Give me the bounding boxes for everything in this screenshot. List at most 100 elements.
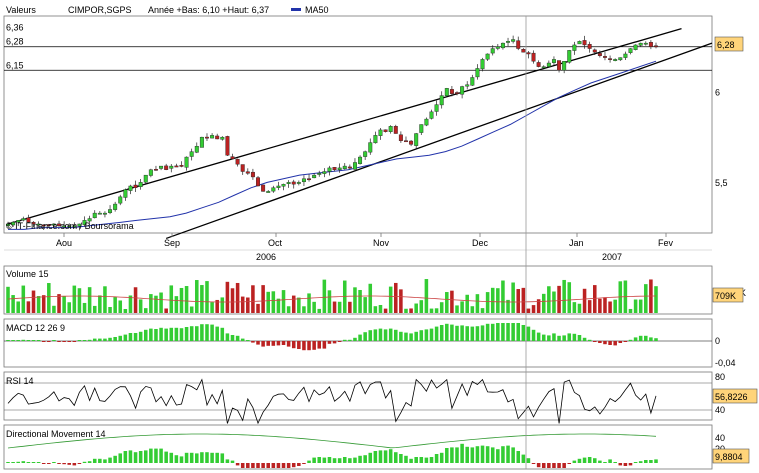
dmi-bar (77, 463, 82, 464)
dmi-bar (470, 447, 475, 463)
volume-panel: Volume 15 K 709K (3, 265, 746, 315)
volume-bar (531, 305, 536, 313)
macd-bar (541, 334, 546, 341)
volume-bar (16, 301, 20, 313)
macd-bar (353, 337, 357, 341)
dmi-bar (133, 452, 138, 463)
volume-bar (434, 308, 439, 313)
dmi-bar (480, 445, 485, 463)
volume-bar (450, 290, 454, 313)
macd-bar (210, 324, 214, 341)
candle-down (592, 49, 597, 53)
macd-bar (501, 323, 505, 341)
macd-bar (154, 329, 158, 341)
dmi-bar (159, 448, 163, 463)
dmi-bar (327, 457, 332, 463)
volume-bar (230, 288, 235, 313)
dmi-bar (230, 460, 235, 463)
volume-bar (587, 300, 592, 313)
volume-bar (108, 306, 112, 313)
macd-bar (322, 341, 327, 349)
volume-bar (138, 299, 143, 313)
candle-up (102, 212, 107, 215)
range-label: Année +Bas: 6,10 +Haut: 6,37 (148, 5, 269, 15)
candle-up (506, 41, 511, 43)
volume-bar (394, 282, 398, 313)
macd-bar (547, 335, 551, 341)
candle-up (613, 59, 618, 61)
dmi-bar (506, 445, 510, 463)
rsi-tick-40: 40 (715, 405, 725, 415)
macd-bar (567, 333, 572, 341)
instrument-label: CIMPOR,SGPS (68, 5, 132, 15)
volume-bar (439, 302, 444, 313)
macd-bar (536, 332, 541, 341)
candle-up (296, 182, 301, 184)
macd-bar (470, 326, 475, 341)
macd-bar (562, 335, 566, 341)
dmi-bar (179, 456, 184, 463)
dmi-bar (312, 457, 316, 463)
dmi-bar (82, 461, 87, 463)
volume-bar (322, 279, 327, 313)
volume-bar (82, 302, 87, 313)
macd-bar (143, 329, 148, 341)
volume-bar (455, 305, 459, 313)
dmi-bar (205, 452, 209, 463)
candle-up (358, 156, 363, 164)
dmi-bar (271, 463, 276, 468)
volume-bar (526, 308, 531, 313)
volume-bar (424, 279, 429, 313)
candle-up (199, 136, 204, 148)
candle-down (215, 135, 220, 140)
macd-bar (133, 333, 138, 341)
volume-bar (159, 292, 163, 313)
volume-bar (271, 291, 276, 313)
candle-up (485, 53, 490, 60)
volume-bar (92, 305, 97, 313)
macd-bar (649, 337, 653, 341)
volume-bar (383, 308, 388, 313)
price-panel: Valeurs CIMPOR,SGPS Année +Bas: 6,10 +Ha… (3, 5, 744, 262)
volume-bar (184, 286, 189, 313)
candle-up (337, 167, 342, 170)
macd-bar (57, 341, 61, 342)
lower-trend-line (165, 42, 713, 240)
dmi-bar (404, 455, 408, 463)
macd-bar (638, 335, 643, 341)
volume-bar (154, 295, 158, 313)
volume-bar (67, 302, 72, 313)
macd-bar (67, 341, 72, 342)
candle-up (434, 104, 439, 112)
macd-bar (72, 341, 77, 342)
macd-bar (613, 341, 617, 346)
dmi-bar (240, 463, 245, 468)
candle-up (317, 173, 322, 175)
volume-bar (307, 293, 311, 313)
candle-down (240, 164, 245, 172)
candle-up (271, 187, 276, 192)
macd-bar (200, 324, 204, 341)
dmi-bar (281, 463, 286, 468)
volume-bar (220, 297, 225, 313)
macd-bar (394, 329, 398, 341)
candle-up (210, 135, 215, 139)
volume-bar (11, 295, 15, 313)
candle-up (301, 178, 306, 183)
candle-down (587, 44, 592, 49)
month-label: Jan (569, 238, 584, 248)
volume-bar (378, 304, 383, 313)
macd-bar (128, 333, 133, 341)
volume-bar (291, 295, 296, 313)
candle-up (541, 66, 546, 69)
candle-up (511, 39, 516, 42)
dmi-bar (348, 458, 352, 463)
volume-bar (240, 296, 245, 313)
candle-down (179, 165, 184, 167)
macd-bar (92, 338, 97, 341)
macd-bar (332, 341, 337, 344)
dmi-bar (526, 458, 531, 463)
volume-bar (470, 306, 475, 313)
macd-bar (383, 329, 388, 341)
macd-bar (373, 329, 378, 341)
